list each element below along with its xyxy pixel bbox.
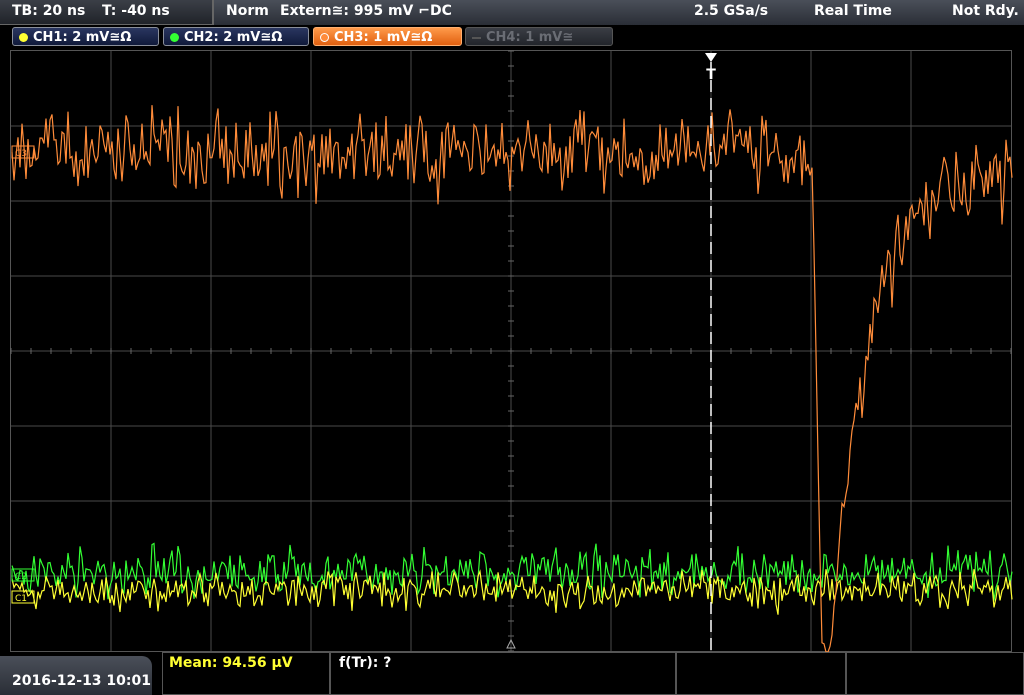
ch1-ground-marker-label: C1 [15,594,27,604]
traces [11,105,1013,653]
ch2-ground-marker-label: C2 [15,572,27,582]
rise-time-value: f(Tr): ? [339,655,392,671]
mean-value: Mean: 94.56 µV [169,655,293,671]
ch3-ground-marker-label: C3 [15,149,27,159]
measurement-empty-cell-1[interactable] [676,652,846,695]
trigger-label: T [706,67,716,83]
trigger-arrow-icon [705,53,717,62]
ch2-trace [11,542,1013,601]
waveform-display[interactable]: T C3 C2 C1 [0,0,1024,695]
measurement-empty-cell-2[interactable] [846,652,1024,695]
datetime: 2016-12-13 10:01 [12,673,151,689]
ch3-trace [11,105,1013,653]
